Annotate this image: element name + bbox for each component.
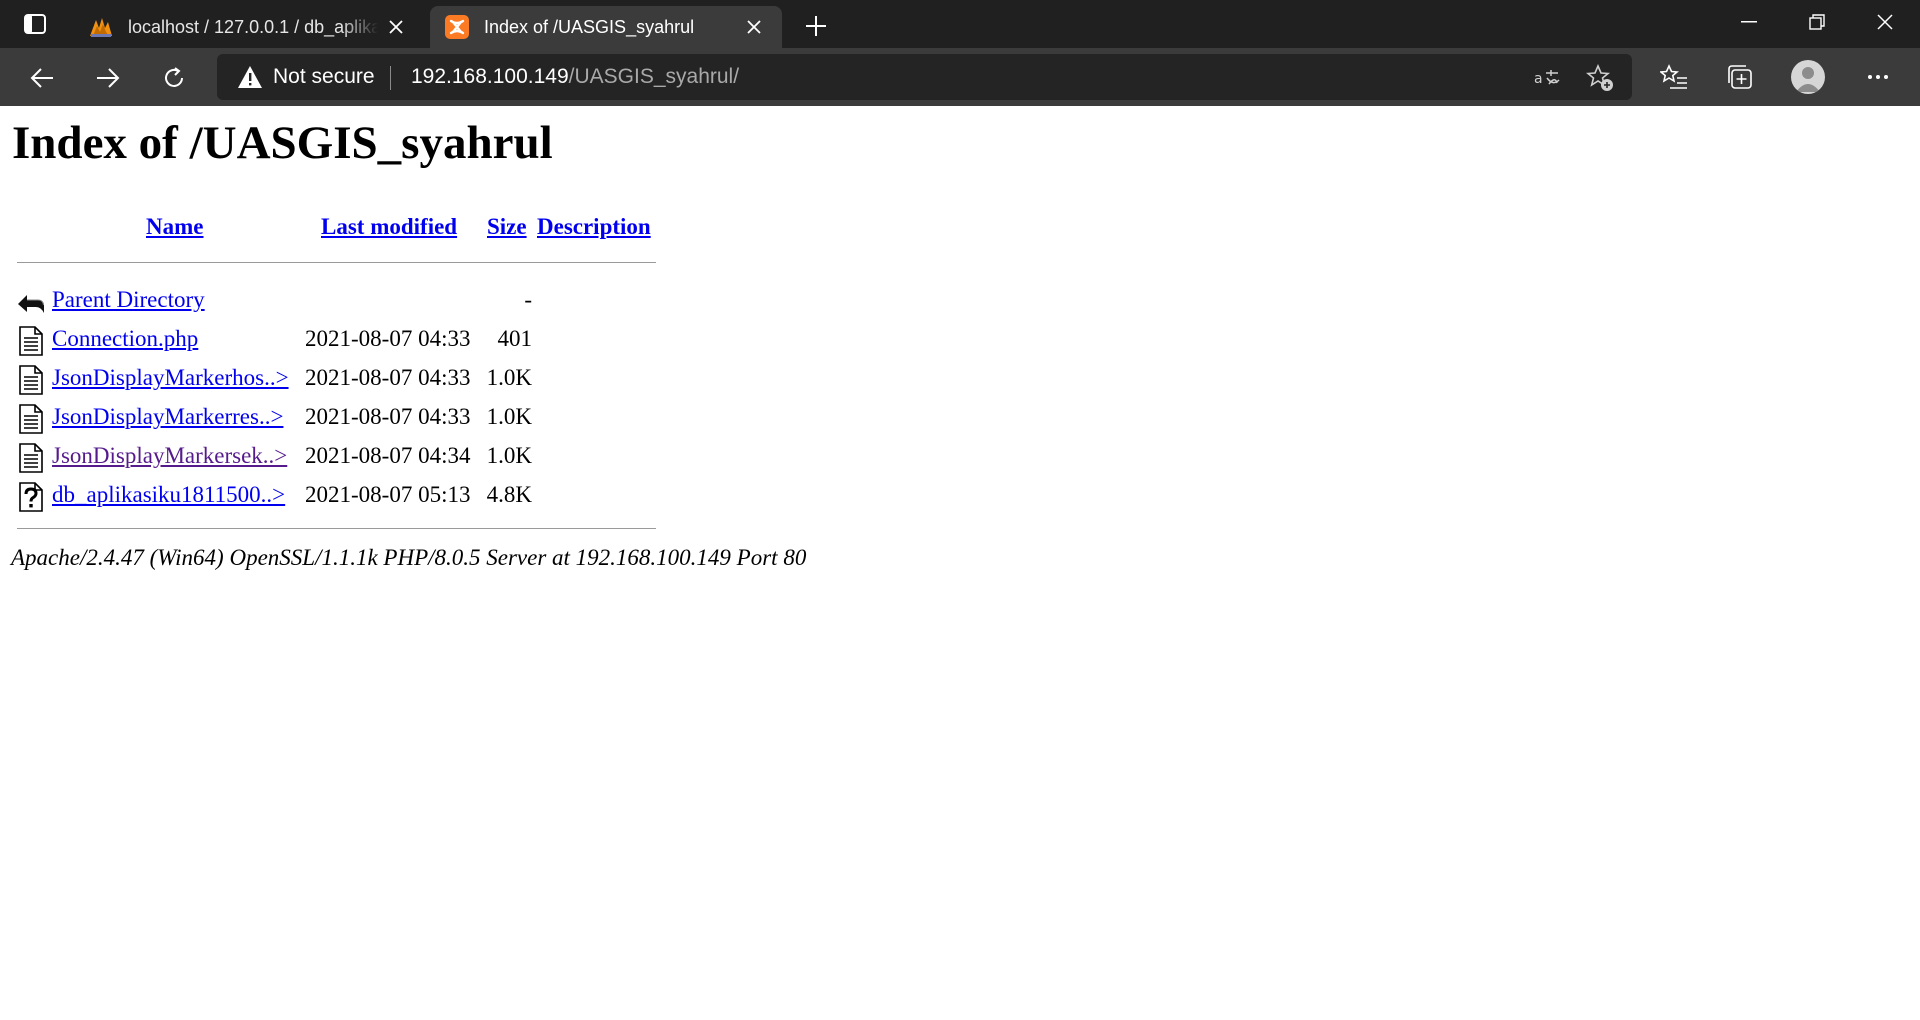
plus-icon <box>806 16 826 36</box>
profile-button[interactable] <box>1786 55 1830 99</box>
tab-title: Index of /UASGIS_syahrul <box>484 16 695 37</box>
close-icon <box>1877 14 1893 30</box>
phpmyadmin-icon <box>90 18 112 37</box>
file-link[interactable]: JsonDisplayMarkersek..> <box>52 443 287 469</box>
row-size: 4.8K <box>486 482 532 507</box>
svg-text:a: a <box>1534 71 1543 87</box>
refresh-button[interactable] <box>152 56 196 100</box>
favorites-list-icon <box>1660 64 1687 89</box>
table-row: Connection.php 2021-08-07 04:33 401 <box>0 322 700 358</box>
table-row: JsonDisplayMarkerres..> 2021-08-07 04:33… <box>0 400 700 436</box>
url-path: /UASGIS_syahrul/ <box>568 65 740 88</box>
row-size: 1.0K <box>486 404 532 429</box>
file-link[interactable]: Connection.php <box>52 326 198 352</box>
sort-by-size-link[interactable]: Size <box>487 214 527 240</box>
forward-button[interactable] <box>86 56 130 100</box>
row-size: - <box>524 287 532 312</box>
read-aloud-button[interactable]: a <box>1529 60 1565 96</box>
avatar <box>1791 60 1825 94</box>
favorites-button[interactable] <box>1652 55 1696 99</box>
back-arrow-icon <box>30 68 53 88</box>
tab-strip: localhost / 127.0.0.1 / db_aplikasiku181… <box>0 0 1920 48</box>
new-tab-button[interactable] <box>798 8 834 44</box>
text-file-icon <box>19 404 43 434</box>
more-dots-icon <box>1868 75 1888 79</box>
star-add-icon <box>1586 64 1613 91</box>
row-size: 401 <box>497 326 533 351</box>
back-button[interactable] <box>20 56 64 100</box>
page-content: Index of /UASGIS_syahrul Name Last modif… <box>0 106 1920 1020</box>
tab-index-of[interactable]: Index of /UASGIS_syahrul <box>430 6 782 48</box>
sort-by-description-link[interactable]: Description <box>537 214 651 240</box>
settings-menu-button[interactable] <box>1856 55 1900 99</box>
warning-icon <box>238 66 262 88</box>
row-date: 2021-08-07 04:33 <box>305 326 471 351</box>
tab-actions-button[interactable] <box>18 11 52 37</box>
person-icon <box>1796 67 1820 92</box>
add-favorite-button[interactable] <box>1582 60 1618 96</box>
row-size: 1.0K <box>486 443 532 468</box>
unknown-file-icon <box>19 482 43 512</box>
file-link[interactable]: db_aplikasiku1811500..> <box>52 482 285 508</box>
close-window-button[interactable] <box>1852 0 1918 44</box>
table-row: JsonDisplayMarkerhos..> 2021-08-07 04:33… <box>0 361 700 397</box>
row-date: 2021-08-07 04:34 <box>305 443 471 468</box>
text-file-icon <box>19 443 43 473</box>
row-size: 1.0K <box>486 365 532 390</box>
forward-arrow-icon <box>97 68 120 88</box>
text-file-icon <box>19 365 43 395</box>
sort-by-last-modified-link[interactable]: Last modified <box>321 214 457 240</box>
navigation-toolbar: Not secure 192.168.100.149/UASGIS_syahru… <box>0 48 1920 106</box>
security-label[interactable]: Not secure <box>273 65 375 89</box>
row-date: 2021-08-07 04:33 <box>305 365 471 390</box>
translate-icon: a <box>1534 70 1560 87</box>
table-row: Parent Directory - <box>0 283 700 319</box>
file-link[interactable]: JsonDisplayMarkerhos..> <box>52 365 289 391</box>
back-arrow-icon <box>18 295 44 313</box>
tab-close-button[interactable] <box>378 9 414 45</box>
table-row: JsonDisplayMarkersek..> 2021-08-07 04:34… <box>0 439 700 475</box>
restore-icon <box>1809 14 1825 30</box>
table-row: db_aplikasiku1811500..> 2021-08-07 05:13… <box>0 478 700 514</box>
header-divider <box>17 262 656 263</box>
sort-by-name-link[interactable]: Name <box>146 214 203 240</box>
text-file-icon <box>19 326 43 356</box>
tab-phpmyadmin[interactable]: localhost / 127.0.0.1 / db_aplikasiku181… <box>74 6 424 48</box>
tab-close-button[interactable] <box>736 9 772 45</box>
address-separator <box>390 66 391 90</box>
row-date: 2021-08-07 04:33 <box>305 404 471 429</box>
collections-button[interactable] <box>1718 55 1762 99</box>
url-host: 192.168.100.149 <box>411 65 569 88</box>
close-icon <box>389 20 403 34</box>
url-text[interactable]: 192.168.100.149/UASGIS_syahrul/ <box>411 65 739 89</box>
xampp-icon <box>445 15 469 39</box>
footer-divider <box>17 528 656 529</box>
tab-actions-icon <box>24 14 46 34</box>
page-title: Index of /UASGIS_syahrul <box>12 117 553 169</box>
refresh-icon <box>165 67 183 87</box>
server-signature: Apache/2.4.47 (Win64) OpenSSL/1.1.1k PHP… <box>11 545 807 570</box>
restore-button[interactable] <box>1784 0 1850 44</box>
parent-directory-link[interactable]: Parent Directory <box>52 287 205 313</box>
address-bar[interactable]: Not secure 192.168.100.149/UASGIS_syahru… <box>217 54 1632 100</box>
file-link[interactable]: JsonDisplayMarkerres..> <box>52 404 283 430</box>
row-date: 2021-08-07 05:13 <box>305 482 471 507</box>
minimize-button[interactable] <box>1716 0 1782 44</box>
tab-title: localhost / 127.0.0.1 / db_aplikasiku181… <box>128 16 378 37</box>
minimize-icon <box>1741 21 1757 23</box>
collections-icon <box>1728 65 1752 89</box>
close-icon <box>747 20 761 34</box>
